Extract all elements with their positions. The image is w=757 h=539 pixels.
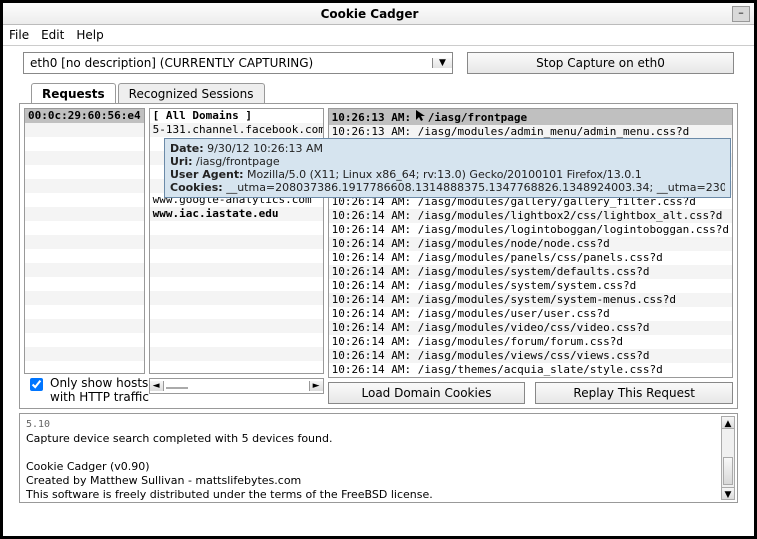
request-path: /iasg/modules/user/user.css?d	[418, 307, 610, 320]
list-item[interactable]: [ All Domains ]	[150, 109, 323, 123]
request-timestamp: 10:26:14 AM:	[332, 251, 418, 264]
request-path: /iasg/modules/logintoboggan/logintobogga…	[418, 223, 729, 236]
hosts-list[interactable]: 00:0c:29:60:56:e4	[24, 108, 145, 374]
request-path: /iasg/modules/video/css/video.css?d	[418, 321, 650, 334]
checkbox-label-line1: Only show hosts	[50, 376, 149, 390]
request-path: /iasg/modules/forum/forum.css?d	[418, 335, 623, 348]
window-title: Cookie Cadger	[7, 7, 732, 21]
list-item[interactable]: 5-131.channel.facebook.com	[150, 123, 323, 137]
list-item[interactable]: 10:26:14 AM: /iasg/modules/system/system…	[329, 279, 732, 293]
request-timestamp: 10:26:14 AM:	[332, 293, 418, 306]
list-item[interactable]: 10:26:14 AM: /iasg/modules/node/node.css…	[329, 237, 732, 251]
log-vertical-scrollbar[interactable]: ▲ ▼	[721, 416, 735, 500]
menu-edit[interactable]: Edit	[41, 28, 64, 42]
request-timestamp: 10:26:14 AM:	[332, 335, 418, 348]
request-timestamp: 10:26:14 AM:	[332, 307, 418, 320]
list-item[interactable]: 10:26:14 AM: /iasg/modules/user/user.css…	[329, 307, 732, 321]
log-panel: 5.10 Capture device search completed wit…	[19, 413, 738, 503]
log-line: This software is freely distributed unde…	[26, 488, 731, 502]
request-timestamp: 10:26:13 AM:	[332, 125, 418, 138]
list-item[interactable]: 10:26:14 AM: /iasg/modules/logintoboggan…	[329, 223, 732, 237]
request-path: /iasg/frontpage	[428, 111, 527, 124]
titlebar: Cookie Cadger –	[3, 3, 754, 25]
checkbox-label-line2: with HTTP traffic	[50, 390, 149, 404]
request-path: /iasg/modules/lightbox2/css/lightbox_alt…	[418, 209, 723, 222]
list-item[interactable]: www.iac.iastate.edu	[150, 207, 323, 221]
replay-request-button[interactable]: Replay This Request	[535, 382, 733, 404]
toolbar: eth0 [no description] (CURRENTLY CAPTURI…	[3, 46, 754, 80]
interface-select-text: eth0 [no description] (CURRENTLY CAPTURI…	[24, 56, 432, 70]
list-item[interactable]: 10:26:14 AM: /iasg/modules/system/system…	[329, 293, 732, 307]
log-line: Created by Matthew Sullivan - mattslifeb…	[26, 474, 731, 488]
menu-file[interactable]: File	[9, 28, 29, 42]
request-path: /iasg/modules/system/system-menus.css?d	[418, 293, 676, 306]
request-timestamp: 10:26:14 AM:	[332, 265, 418, 278]
request-timestamp: 10:26:13 AM:	[332, 111, 418, 124]
interface-select[interactable]: eth0 [no description] (CURRENTLY CAPTURI…	[23, 52, 453, 74]
tab-strip: Requests Recognized Sessions	[31, 82, 738, 103]
stop-capture-button[interactable]: Stop Capture on eth0	[467, 52, 734, 74]
log-line: Capture device search completed with 5 d…	[26, 432, 731, 446]
list-item[interactable]: 10:26:14 AM: /iasg/modules/lightbox2/css…	[329, 209, 732, 223]
list-item[interactable]: 10:26:14 AM: /iasg/themes/acquia_slate/s…	[329, 363, 732, 377]
request-path: /iasg/modules/admin_menu/admin_menu.css?…	[418, 125, 690, 138]
list-item[interactable]: 10:26:13 AM: /iasg/modules/admin_menu/ad…	[329, 125, 732, 139]
list-item[interactable]: 10:26:14 AM: /iasg/modules/video/css/vid…	[329, 321, 732, 335]
list-item[interactable]: 10:26:14 AM: /iasg/modules/forum/forum.c…	[329, 335, 732, 349]
menubar: File Edit Help	[3, 25, 754, 46]
request-timestamp: 10:26:14 AM:	[332, 321, 418, 334]
list-item[interactable]: 10:26:14 AM: /iasg/modules/panels/css/pa…	[329, 251, 732, 265]
list-item[interactable]: 10:26:13 AM: /iasg/frontpage	[329, 109, 732, 125]
chevron-down-icon[interactable]: ▼	[432, 58, 452, 68]
request-tooltip: Date: 9/30/12 10:26:13 AM Uri: /iasg/fro…	[164, 138, 731, 198]
scroll-up-icon[interactable]: ▲	[722, 417, 734, 429]
log-line: Cookie Cadger (v0.90)	[26, 460, 731, 474]
request-path: /iasg/modules/panels/css/panels.css?d	[418, 251, 663, 264]
request-timestamp: 10:26:14 AM:	[332, 279, 418, 292]
scroll-down-icon[interactable]: ▼	[722, 487, 734, 499]
minimize-button[interactable]: –	[732, 6, 750, 22]
request-timestamp: 10:26:14 AM:	[332, 349, 418, 362]
tab-requests[interactable]: Requests	[31, 83, 116, 104]
request-timestamp: 10:26:14 AM:	[332, 237, 418, 250]
domains-horizontal-scrollbar[interactable]: ◄ ►	[149, 378, 324, 394]
tab-recognized-sessions[interactable]: Recognized Sessions	[118, 83, 265, 104]
request-path: /iasg/modules/views/css/views.css?d	[418, 349, 650, 362]
only-http-hosts-checkbox-row: Only show hosts with HTTP traffic	[26, 376, 166, 404]
list-item[interactable]: 10:26:14 AM: /iasg/modules/system/defaul…	[329, 265, 732, 279]
request-path: /iasg/themes/acquia_slate/style.css?d	[418, 363, 663, 376]
scroll-thumb[interactable]	[166, 387, 188, 389]
request-path: /iasg/modules/node/node.css?d	[418, 237, 610, 250]
requests-panel: 00:0c:29:60:56:e4 [ All Domains ] 5	[19, 103, 738, 409]
request-timestamp: 10:26:14 AM:	[332, 223, 418, 236]
load-domain-cookies-button[interactable]: Load Domain Cookies	[328, 382, 526, 404]
list-item[interactable]: 00:0c:29:60:56:e4	[25, 109, 144, 123]
only-http-hosts-checkbox[interactable]	[30, 378, 43, 391]
list-item[interactable]: 10:26:14 AM: /iasg/modules/views/css/vie…	[329, 349, 732, 363]
scroll-thumb[interactable]	[723, 457, 733, 485]
request-timestamp: 10:26:14 AM:	[332, 363, 418, 376]
request-path: /iasg/modules/system/system.css?d	[418, 279, 637, 292]
request-timestamp: 10:26:14 AM:	[332, 209, 418, 222]
menu-help[interactable]: Help	[76, 28, 103, 42]
scroll-right-icon[interactable]: ►	[309, 381, 323, 391]
cursor-icon	[416, 110, 426, 125]
request-path: /iasg/modules/system/defaults.css?d	[418, 265, 650, 278]
